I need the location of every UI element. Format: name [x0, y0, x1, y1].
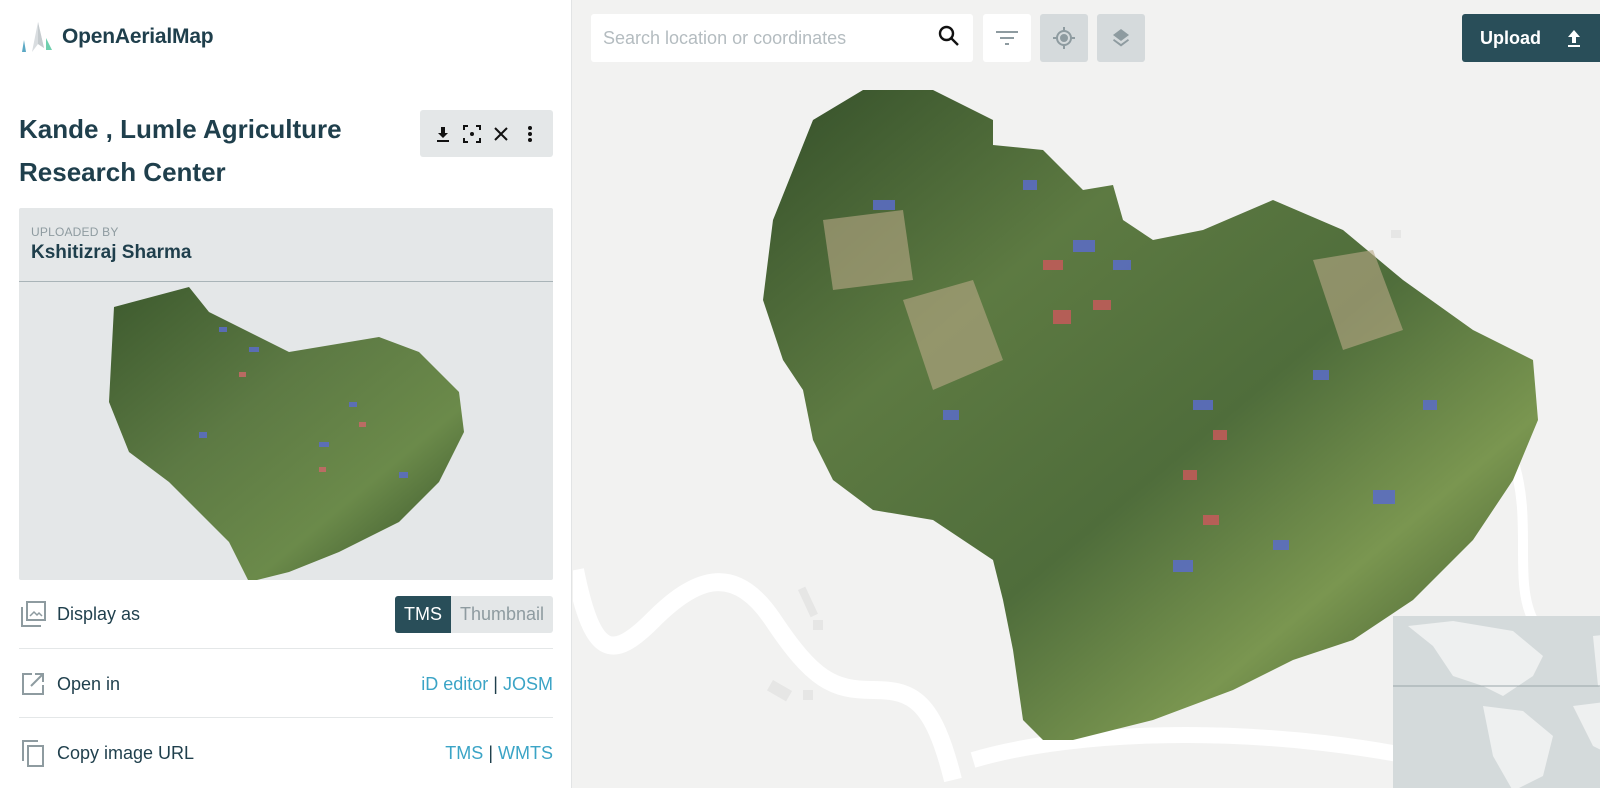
external-link-icon [19, 670, 47, 698]
brand-name: OpenAerialMap [62, 25, 214, 48]
open-in-label: Open in [57, 673, 121, 694]
image-stack-icon [19, 600, 47, 628]
display-as-label: Display as [57, 603, 141, 624]
open-in-row: Open in iD editor | JOSM [19, 660, 553, 708]
download-icon[interactable] [432, 123, 454, 145]
copy-wmts-link[interactable]: WMTS [498, 743, 553, 763]
search-input[interactable] [603, 27, 937, 49]
uploader-info: UPLOADED BY Kshitizraj Sharma [19, 208, 553, 282]
locate-icon [1053, 27, 1075, 49]
display-as-row: Display as TMS Thumbnail [19, 590, 553, 638]
focus-icon[interactable] [461, 123, 483, 145]
sidebar: OpenAerialMap Kande , Lumle Agriculture … [0, 0, 572, 788]
oam-logo-icon [22, 22, 52, 52]
uploaded-by-label: UPLOADED BY [31, 225, 119, 239]
uploader-name[interactable]: Kshitizraj Sharma [31, 242, 541, 264]
layers-icon [1113, 29, 1129, 47]
image-card: UPLOADED BY Kshitizraj Sharma [19, 208, 553, 580]
brand-logo[interactable]: OpenAerialMap [18, 18, 214, 56]
road [1508, 458, 1538, 623]
filter-icon [996, 31, 1018, 45]
overview-minimap[interactable] [1393, 616, 1600, 788]
layers-button[interactable] [1097, 14, 1145, 62]
divider [19, 648, 553, 649]
open-in-links: iD editor | JOSM [421, 674, 553, 695]
road [573, 568, 962, 783]
link-separator: | [488, 742, 493, 763]
locate-button[interactable] [1040, 14, 1088, 62]
image-title: Kande , Lumle Agriculture Research Cente… [19, 114, 342, 187]
id-editor-link[interactable]: iD editor [421, 674, 488, 694]
search-icon[interactable] [937, 24, 961, 53]
copy-url-label: Copy image URL [57, 742, 195, 763]
copy-icon [19, 739, 47, 767]
copy-tms-link[interactable]: TMS [445, 743, 483, 763]
link-separator: | [493, 673, 498, 694]
search-box [591, 14, 973, 62]
more-vert-icon[interactable] [519, 123, 541, 145]
copy-url-row: Copy image URL TMS | WMTS [19, 729, 553, 777]
display-tms-option[interactable]: TMS [394, 595, 451, 633]
upload-button[interactable]: Upload [1462, 14, 1600, 62]
divider [19, 717, 553, 718]
image-actions [420, 110, 553, 157]
upload-icon [1568, 30, 1580, 47]
display-as-toggle: TMS Thumbnail [394, 595, 553, 633]
map-canvas[interactable]: Upload [573, 0, 1600, 788]
upload-label: Upload [1480, 27, 1541, 48]
display-thumbnail-option[interactable]: Thumbnail [450, 595, 553, 633]
world-map [1393, 621, 1600, 788]
josm-link[interactable]: JOSM [503, 674, 553, 694]
image-thumbnail [109, 287, 464, 580]
copy-url-links: TMS | WMTS [445, 743, 553, 764]
close-icon[interactable] [490, 123, 512, 145]
filter-button[interactable] [983, 14, 1031, 62]
